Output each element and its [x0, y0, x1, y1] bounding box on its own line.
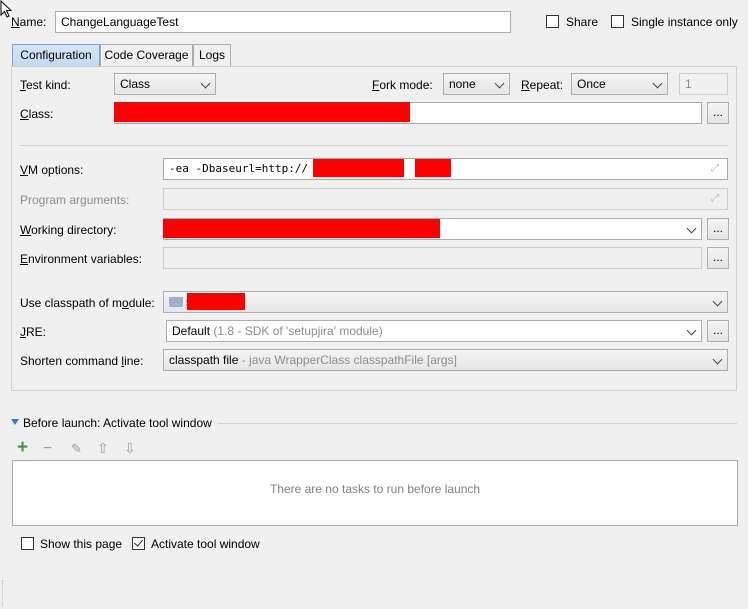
- jre-value: Default: [172, 324, 211, 338]
- edit-icon: ✎: [71, 441, 82, 456]
- repeat-value: Once: [577, 77, 606, 91]
- vm-options-value: -ea -Dbaseurl=http://: [169, 162, 309, 175]
- expand-icon: ⤢: [711, 193, 719, 204]
- activate-tool-window-checkbox[interactable]: [132, 537, 145, 550]
- chevron-down-icon: [712, 354, 723, 365]
- repeat-count-input: 1: [679, 73, 728, 95]
- environment-variables-label: Environment variables:: [20, 252, 143, 266]
- name-input[interactable]: ChangeLanguageTest: [55, 11, 511, 33]
- redaction-vm-host: [313, 159, 404, 177]
- move-down-icon: ⇩: [124, 440, 136, 456]
- tab-configuration[interactable]: Configuration: [12, 44, 100, 66]
- test-kind-select[interactable]: Class: [114, 73, 216, 95]
- collapse-triangle-icon[interactable]: [11, 419, 19, 425]
- repeat-select[interactable]: Once: [571, 73, 668, 95]
- repeat-label: Repeat:: [521, 78, 564, 92]
- chevron-down-icon: [200, 78, 211, 89]
- fork-mode-value: none: [449, 77, 476, 91]
- class-browse-button[interactable]: ...: [707, 102, 729, 124]
- jre-label: JRE:: [20, 325, 47, 339]
- working-directory-label: Working directory:: [20, 223, 117, 237]
- chevron-down-icon: [652, 78, 663, 89]
- share-checkbox[interactable]: [546, 15, 559, 28]
- shorten-command-line-value: classpath file: [169, 353, 239, 367]
- redaction-class: [114, 102, 410, 122]
- jre-hint: (1.8 - SDK of 'setupjira' module): [210, 324, 383, 338]
- environment-variables-browse-button[interactable]: ...: [707, 247, 729, 269]
- fork-mode-label: Fork mode:: [372, 78, 433, 92]
- vm-options-label: VM options:: [20, 163, 84, 177]
- folder-icon: [169, 297, 183, 307]
- single-instance-checkbox[interactable]: [611, 15, 624, 28]
- single-instance-label: Single instance only: [631, 15, 738, 29]
- chevron-down-icon: [712, 296, 723, 307]
- add-icon[interactable]: +: [17, 438, 28, 457]
- program-arguments-label: Program arguments:: [20, 193, 130, 207]
- test-kind-label: Test kind:: [20, 78, 71, 92]
- move-up-icon: ⇧: [97, 440, 109, 456]
- jre-select[interactable]: Default (1.8 - SDK of 'setupjira' module…: [166, 320, 702, 342]
- show-this-page-label: Show this page: [40, 537, 123, 551]
- resize-handle[interactable]: [2, 580, 5, 606]
- chevron-down-icon: [686, 223, 697, 234]
- working-directory-browse-button[interactable]: ...: [707, 218, 729, 240]
- environment-variables-input[interactable]: [163, 247, 702, 269]
- divider: [20, 145, 728, 146]
- expand-icon[interactable]: ⤢: [711, 164, 721, 174]
- redaction-working-directory: [163, 219, 440, 238]
- chevron-down-icon: [494, 78, 505, 89]
- redaction-module: [187, 293, 245, 310]
- classpath-module-select[interactable]: s: [163, 291, 728, 313]
- remove-icon: −: [43, 440, 53, 457]
- share-label: Share: [566, 15, 599, 29]
- empty-task-list-text: There are no tasks to run before launch: [269, 482, 481, 496]
- tab-logs[interactable]: Logs: [193, 44, 231, 66]
- before-launch-title[interactable]: Before launch: Activate tool window: [23, 416, 212, 430]
- program-arguments-input: ⤢: [163, 188, 728, 210]
- shorten-command-line-label: Shorten command line:: [20, 354, 144, 368]
- divider: [218, 423, 737, 424]
- fork-mode-select[interactable]: none: [443, 73, 510, 95]
- tab-code-coverage[interactable]: Code Coverage: [100, 44, 193, 66]
- redaction-vm-path: [415, 159, 451, 177]
- activate-tool-window-label: Activate tool window: [151, 537, 260, 551]
- shorten-command-line-hint: - java WrapperClass classpathFile [args]: [238, 353, 457, 367]
- before-launch-task-list[interactable]: There are no tasks to run before launch: [12, 460, 738, 526]
- jre-browse-button[interactable]: ...: [707, 320, 729, 342]
- shorten-command-line-select[interactable]: classpath file - java WrapperClass class…: [163, 349, 728, 371]
- show-this-page-checkbox[interactable]: [21, 537, 34, 550]
- chevron-down-icon: [686, 325, 697, 336]
- class-label: Class:: [20, 107, 54, 121]
- test-kind-value: Class: [120, 77, 151, 91]
- name-label: Name:: [11, 15, 47, 29]
- classpath-module-label: Use classpath of module:: [20, 296, 155, 310]
